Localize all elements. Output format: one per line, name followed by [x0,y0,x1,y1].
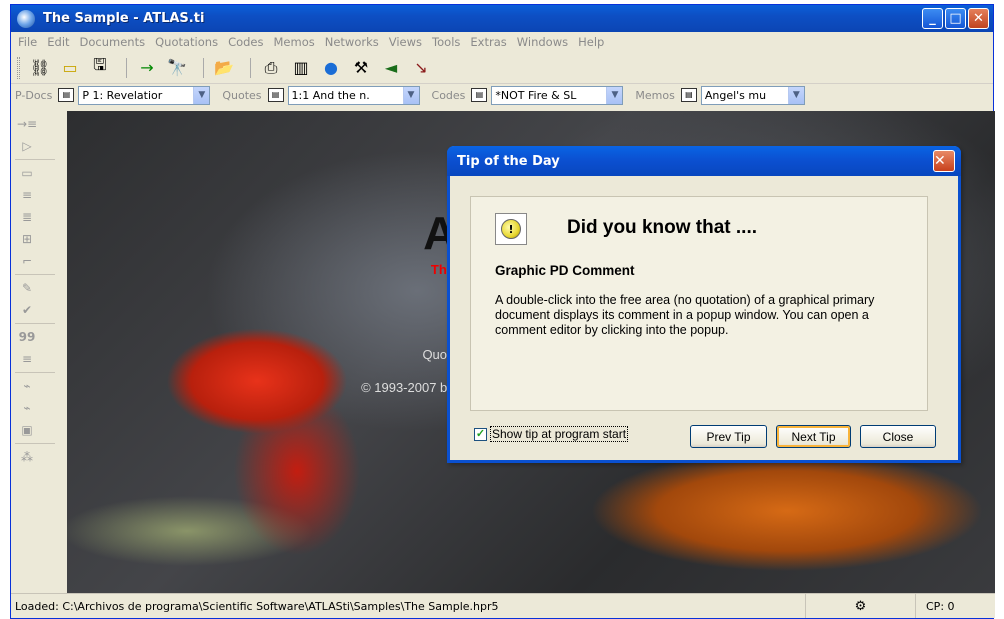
network-icon[interactable]: ⁂ [17,448,37,466]
menu-codes[interactable]: Codes [223,35,268,49]
prev-tip-button[interactable]: Prev Tip [690,425,767,448]
codes-manager-icon[interactable]: ▤ [471,88,488,102]
memos-manager-icon[interactable]: ▤ [680,88,697,102]
tip-of-the-day-dialog: Tip of the Day ✕ ! Did you know that ...… [447,146,961,463]
did-you-know-heading: Did you know that .... [567,217,757,238]
memo-icon[interactable]: ✎ [17,279,37,297]
check-icon[interactable]: ✔ [17,301,37,319]
globe-icon[interactable]: ● [319,57,343,79]
dialog-title: Tip of the Day [457,153,560,169]
dialog-title-bar[interactable]: Tip of the Day ✕ [447,146,961,176]
app-icon [17,9,35,28]
text-list-icon[interactable]: ≡ [17,350,37,368]
menu-windows[interactable]: Windows [512,35,573,49]
window-title: The Sample - ATLAS.ti [43,11,205,26]
menu-quotations[interactable]: Quotations [150,35,223,49]
assign-icon[interactable]: → [135,57,159,79]
memos-combo[interactable]: Angel's mu ▼ [700,85,805,105]
network-status-icon: ⚙ [805,594,915,618]
back-arrow-icon[interactable]: ◄ [379,57,403,79]
code-quotation-icon[interactable]: ≡ [17,186,37,204]
close-icon: ✕ [973,11,984,26]
memos-label: Memos [635,88,675,102]
pdocs-label: P-Docs [15,88,53,102]
menu-file[interactable]: File [13,35,42,49]
quotes-combo[interactable]: 1:1 And the n. ▼ [287,85,420,105]
next-tip-button[interactable]: Next Tip [776,425,851,448]
main-toolbar: ⛓ ▭ 🖫 → 🔭 📂 ⎙ ▥ ● ⚒ ◄ ↘ [11,52,993,84]
status-path: Loaded: C:\Archivos de programa\Scientif… [15,599,499,613]
code-list-icon[interactable]: ≣ [17,208,37,226]
maximize-button[interactable]: □ [945,8,966,29]
codes-combo[interactable]: *NOT Fire & SL ▼ [491,85,624,105]
tip-panel: ! Did you know that .... Graphic PD Comm… [470,196,928,411]
menu-extras[interactable]: Extras [465,35,511,49]
chevron-down-icon[interactable]: ▼ [606,86,623,104]
status-cp: CP: 0 [915,594,995,618]
chevron-down-icon[interactable]: ▼ [402,86,419,104]
pdocs-combo[interactable]: P 1: Revelatior ▼ [78,85,211,105]
title-bar[interactable]: The Sample - ATLAS.ti _ □ ✕ [11,5,993,32]
show-tip-checkbox-row[interactable]: ✓ Show tip at program start [474,426,629,442]
pdocs-manager-icon[interactable]: ▤ [58,88,75,102]
chevron-down-icon[interactable]: ▼ [193,86,210,104]
menu-documents[interactable]: Documents [75,35,151,49]
close-icon: ✕ [934,153,946,169]
menu-memos[interactable]: Memos [269,35,320,49]
minimize-button[interactable]: _ [922,8,943,29]
manager-toolbar: P-Docs ▤ P 1: Revelatior ▼ Quotes ▤ 1:1 … [11,84,993,106]
quotes-label: Quotes [222,88,262,102]
dialog-close-button[interactable]: ✕ [933,150,955,172]
toolbar-grip[interactable] [17,56,20,79]
quote-marks-icon[interactable]: 99 [17,328,37,346]
menu-networks[interactable]: Networks [320,35,384,49]
menu-bar: File Edit Documents Quotations Codes Mem… [11,32,993,52]
menu-edit[interactable]: Edit [42,35,74,49]
save-icon[interactable]: 🖫 [88,55,112,79]
tip-heading: Graphic PD Comment [495,263,635,278]
rectangle-icon[interactable]: ▭ [17,164,37,182]
chevron-down-icon[interactable]: ▼ [787,86,804,104]
tip-body: A double-click into the free area (no qu… [495,293,875,337]
quotes-manager-icon[interactable]: ▤ [267,88,284,102]
minimize-icon: _ [929,11,936,26]
codes-label: Codes [431,88,466,102]
search-icon[interactable]: 🔭 [165,57,189,79]
status-bar: Loaded: C:\Archivos de programa\Scientif… [11,593,995,618]
show-tip-checkbox[interactable]: ✓ [474,427,487,441]
close-dialog-button[interactable]: Close [860,425,936,448]
code-branch-icon[interactable]: ⌐ [17,252,37,270]
code-tree-icon[interactable]: ⊞ [17,230,37,248]
create-quotation-icon[interactable]: →≡ [17,115,37,133]
unlink-icon[interactable]: ⌁ [17,399,37,417]
open-hu-icon[interactable]: ▭ [58,57,82,79]
menu-help[interactable]: Help [573,35,609,49]
print-icon[interactable]: ⎙ [259,57,283,79]
menu-tools[interactable]: Tools [427,35,465,49]
frame-icon[interactable]: ▣ [17,421,37,439]
open-folder-icon[interactable]: 📂 [212,57,236,79]
show-tip-label[interactable]: Show tip at program start [490,426,629,442]
menu-views[interactable]: Views [384,35,427,49]
hammer-icon[interactable]: ⚒ [349,57,373,79]
lightbulb-icon: ! [495,213,527,245]
table-icon[interactable]: ▥ [289,57,313,79]
close-button[interactable]: ✕ [968,8,989,29]
network-tool-icon[interactable]: ⛓ [28,57,52,79]
link-icon[interactable]: ⌁ [17,377,37,395]
tag-icon[interactable]: ▷ [17,137,37,155]
forward-arrow-icon[interactable]: ↘ [409,57,433,79]
maximize-icon: □ [949,11,962,26]
vertical-toolbar: →≡ ▷ ▭ ≡ ≣ ⊞ ⌐ ✎ ✔ 99 ≡ ⌁ ⌁ ▣ ⁂ [11,111,67,595]
